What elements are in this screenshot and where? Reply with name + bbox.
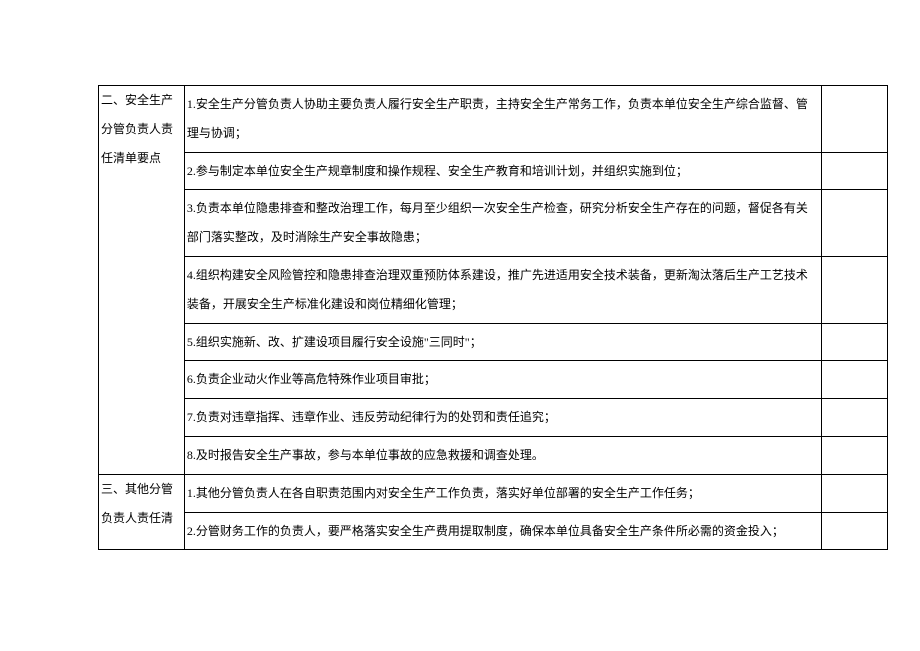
- section-2-item-8: 8.及时报告安全生产事故，参与本单位事故的应急救援和调查处理。: [184, 436, 821, 474]
- section-2-item-3: 3.负责本单位隐患排查和整改治理工作，每月至少组织一次安全生产检查，研究分析安全…: [184, 190, 821, 257]
- section-2-item-8-blank: [822, 436, 888, 474]
- section-3-item-2-blank: [822, 512, 888, 550]
- section-2-item-3-blank: [822, 190, 888, 257]
- section-2-item-6-blank: [822, 361, 888, 399]
- section-2-item-4: 4.组织构建安全风险管控和隐患排查治理双重预防体系建设，推广先进适用安全技术装备…: [184, 256, 821, 323]
- section-2-item-4-blank: [822, 256, 888, 323]
- section-2-item-5-blank: [822, 323, 888, 361]
- section-2-item-5: 5.组织实施新、改、扩建设项目履行安全设施"三同时"；: [184, 323, 821, 361]
- responsibility-table: 二、安全生产分管负责人责任清单要点 1.安全生产分管负责人协助主要负责人履行安全…: [98, 85, 888, 550]
- section-3-item-2: 2.分管财务工作的负责人，要严格落实安全生产费用提取制度，确保本单位具备安全生产…: [184, 512, 821, 550]
- section-2-item-1-blank: [822, 86, 888, 153]
- section-2-heading: 二、安全生产分管负责人责任清单要点: [99, 86, 185, 475]
- section-2-item-7-blank: [822, 399, 888, 437]
- section-2-item-1: 1.安全生产分管负责人协助主要负责人履行安全生产职责，主持安全生产常务工作，负责…: [184, 86, 821, 153]
- section-3-item-1: 1.其他分管负责人在各自职责范围内对安全生产工作负责，落实好单位部署的安全生产工…: [184, 474, 821, 512]
- section-2-item-2: 2.参与制定本单位安全生产规章制度和操作规程、安全生产教育和培训计划，并组织实施…: [184, 152, 821, 190]
- section-2-item-7: 7.负责对违章指挥、违章作业、违反劳动纪律行为的处罚和责任追究；: [184, 399, 821, 437]
- section-3-item-1-blank: [822, 474, 888, 512]
- section-2-item-6: 6.负责企业动火作业等高危特殊作业项目审批；: [184, 361, 821, 399]
- section-2-item-2-blank: [822, 152, 888, 190]
- section-3-heading: 三、其他分管负责人责任清: [99, 474, 185, 550]
